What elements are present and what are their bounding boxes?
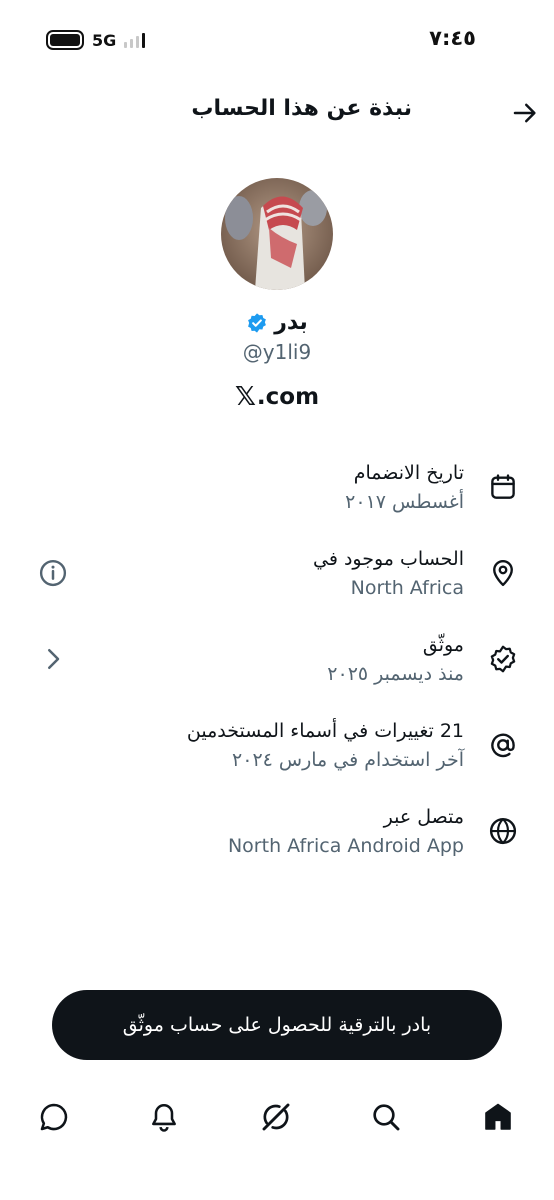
battery-icon bbox=[46, 30, 84, 50]
status-time: ٧:٤٥ bbox=[429, 26, 476, 50]
page-title: نبذة عن هذا الحساب bbox=[191, 96, 412, 121]
arrow-right-icon[interactable] bbox=[510, 98, 540, 128]
nav-notifications[interactable] bbox=[144, 1097, 184, 1137]
row-title: متصل عبر bbox=[383, 806, 464, 828]
signal-icon bbox=[124, 32, 146, 48]
site-suffix: .com bbox=[256, 384, 320, 410]
verified-badge-icon[interactable] bbox=[246, 312, 268, 334]
site-link[interactable]: 𝕏 .com bbox=[0, 382, 554, 412]
profile-handle: @y1li9 bbox=[242, 340, 312, 364]
profile-name-row: بدر bbox=[0, 310, 554, 335]
row-title: موثّق bbox=[422, 634, 464, 656]
nav-search[interactable] bbox=[366, 1097, 406, 1137]
search-icon bbox=[373, 1104, 400, 1131]
upgrade-button[interactable]: بادر بالترقية للحصول على حساب موثّق bbox=[52, 990, 502, 1060]
bell-icon bbox=[152, 1104, 176, 1132]
avatar[interactable] bbox=[221, 178, 333, 290]
grok-icon bbox=[262, 1103, 290, 1131]
chevron-right-icon[interactable] bbox=[38, 644, 68, 674]
messages-icon bbox=[40, 1103, 68, 1131]
row-connected-via: متصل عبر North Africa Android App bbox=[0, 802, 554, 866]
nav-messages[interactable] bbox=[34, 1097, 74, 1137]
row-verified[interactable]: موثّق منذ ديسمبر ٢٠٢٥ bbox=[0, 630, 554, 694]
row-join-date: تاريخ الانضمام أغسطس ٢٠١٧ bbox=[0, 458, 554, 522]
status-indicators: 5G bbox=[46, 30, 146, 50]
verified-check-icon bbox=[490, 645, 516, 673]
network-label: 5G bbox=[92, 30, 117, 50]
row-title: الحساب موجود في bbox=[313, 548, 464, 570]
display-name: بدر bbox=[274, 310, 308, 335]
info-icon[interactable] bbox=[38, 558, 68, 588]
location-pin-icon bbox=[493, 559, 513, 587]
nav-home[interactable] bbox=[478, 1097, 518, 1137]
home-icon bbox=[485, 1103, 511, 1130]
calendar-icon bbox=[491, 474, 515, 499]
row-title: تاريخ الانضمام bbox=[353, 462, 464, 484]
at-sign-icon bbox=[491, 733, 515, 758]
row-username-changes: 21 تغييرات في أسماء المستخدمين آخر استخد… bbox=[0, 716, 554, 780]
bottom-nav bbox=[0, 1097, 554, 1139]
row-title: 21 تغييرات في أسماء المستخدمين bbox=[186, 720, 464, 742]
row-location: الحساب موجود في North Africa bbox=[0, 544, 554, 608]
nav-grok[interactable] bbox=[256, 1097, 296, 1137]
row-subtitle: North Africa bbox=[350, 577, 464, 599]
row-subtitle: أغسطس ٢٠١٧ bbox=[345, 491, 464, 513]
globe-icon bbox=[489, 817, 517, 845]
row-subtitle: منذ ديسمبر ٢٠٢٥ bbox=[327, 663, 464, 685]
row-subtitle: آخر استخدام في مارس ٢٠٢٤ bbox=[232, 749, 464, 771]
x-logo: 𝕏 bbox=[234, 382, 256, 412]
row-subtitle: North Africa Android App bbox=[227, 835, 464, 857]
